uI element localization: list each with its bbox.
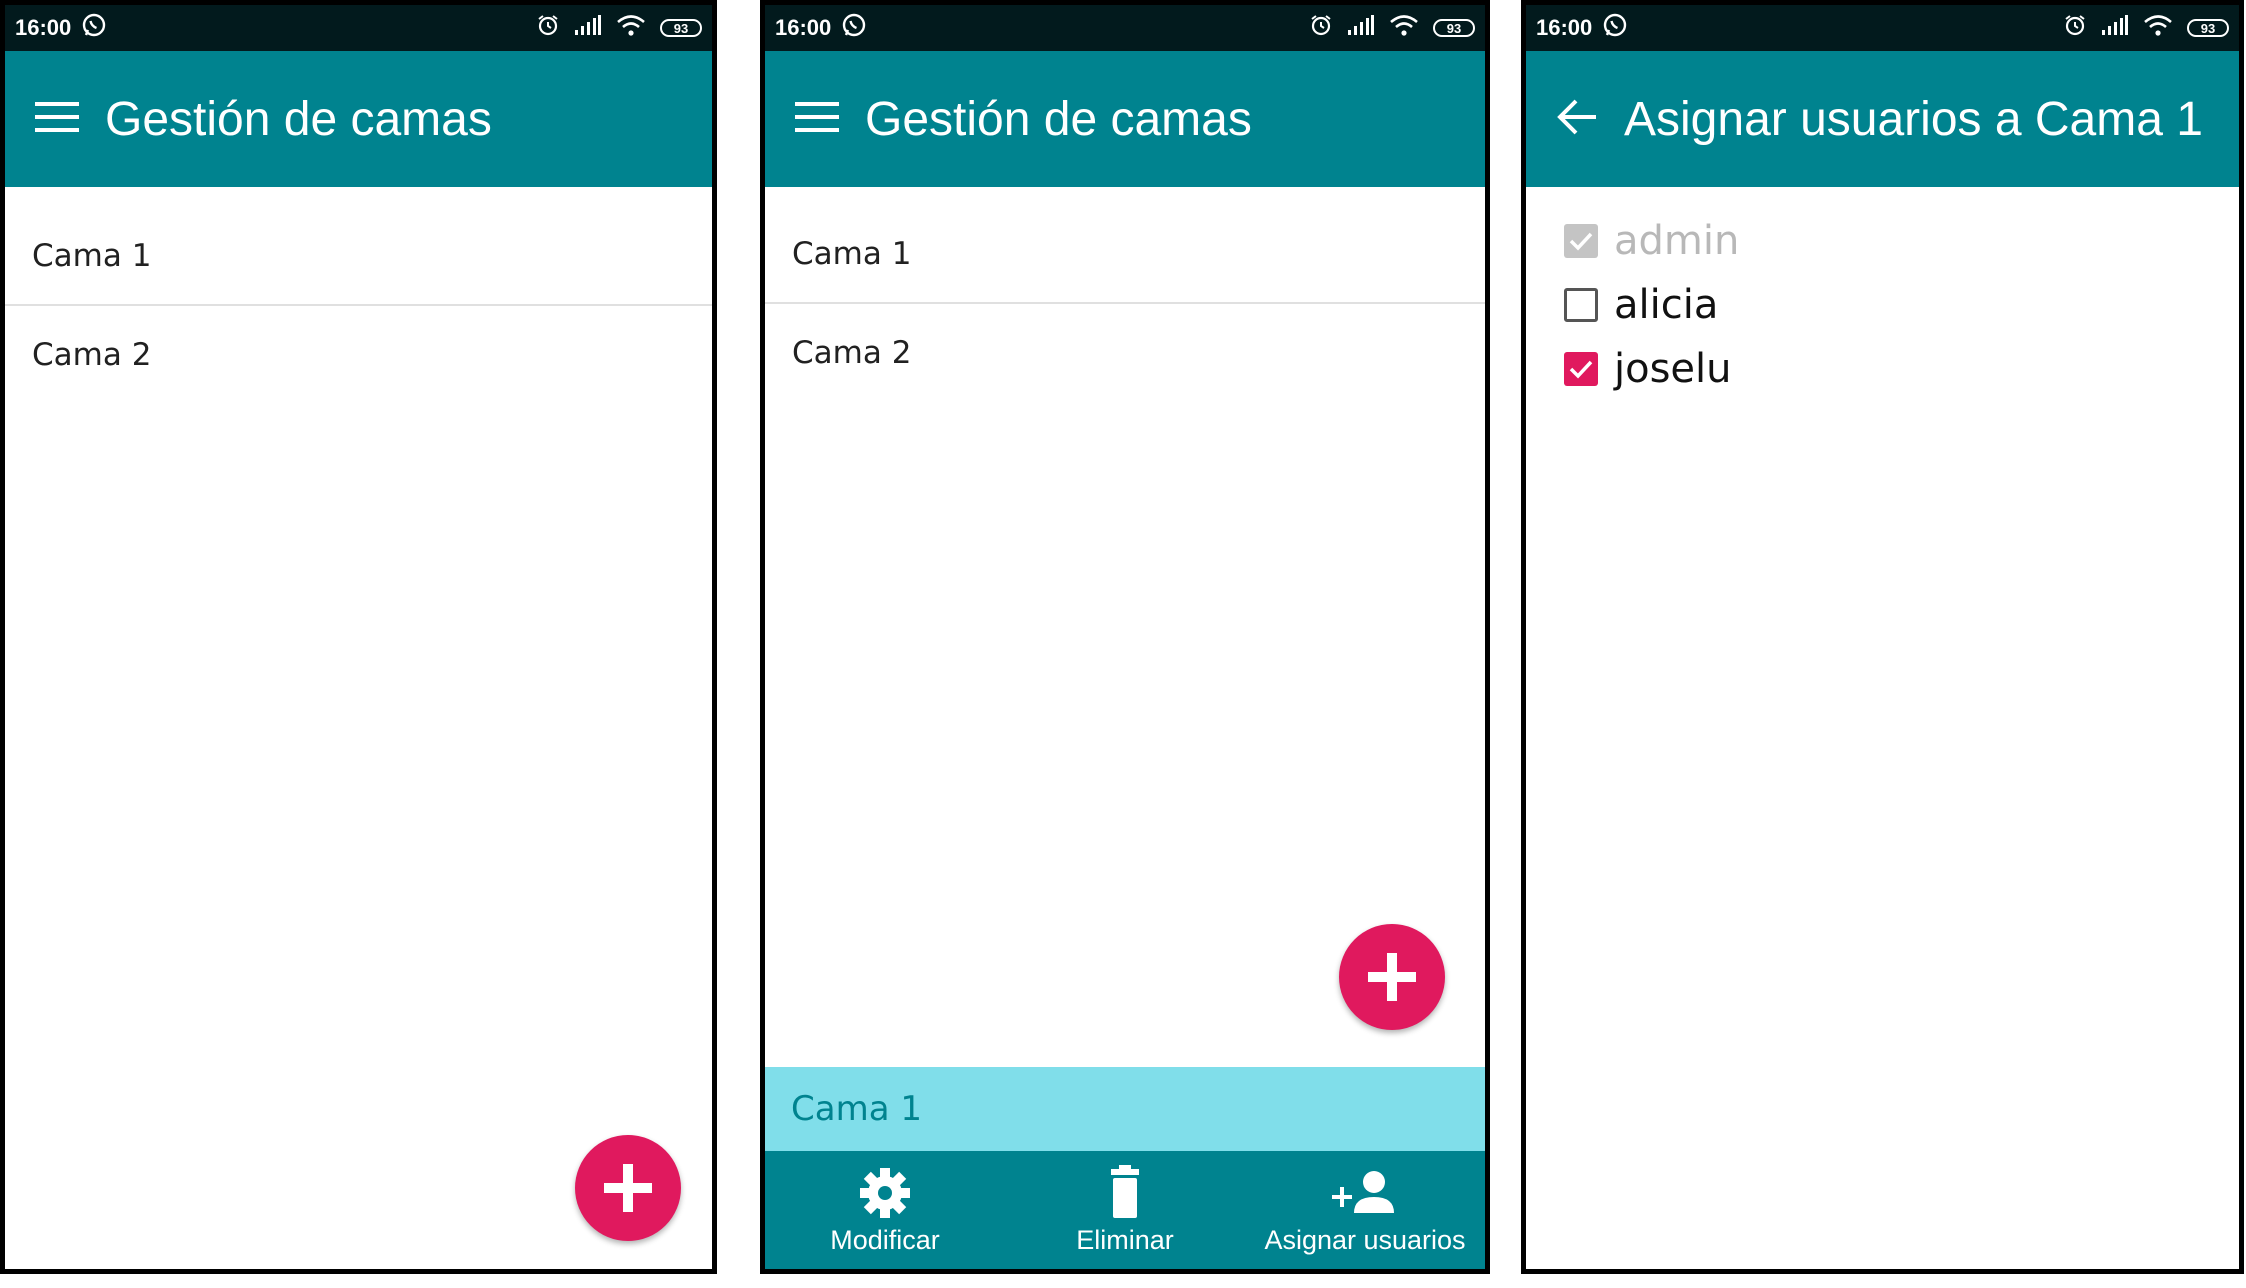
list-item-label: Cama 2 [792, 335, 912, 371]
app-toolbar: Gestión de camas [5, 51, 712, 187]
battery-icon: 93 [1433, 19, 1475, 37]
selected-item-bar: Cama 1 [765, 1067, 1485, 1151]
trash-icon [1111, 1164, 1139, 1218]
add-user-icon [1332, 1170, 1394, 1213]
checkbox-checked-disabled [1564, 224, 1598, 258]
user-checkbox-admin: admin [1564, 213, 1739, 269]
menu-icon[interactable] [795, 100, 839, 138]
list-item[interactable]: Cama 1 [765, 205, 1485, 303]
wifi-icon [616, 14, 646, 42]
assign-users-button[interactable]: Asignar usuarios [1246, 1165, 1484, 1256]
delete-label: Eliminar [1076, 1224, 1174, 1255]
modify-button[interactable]: Modificar [766, 1165, 1004, 1256]
modify-label: Modificar [830, 1224, 940, 1255]
bottom-action-bar: Modificar Eliminar Asignar usuarios [765, 1151, 1485, 1269]
user-name: alicia [1614, 282, 1719, 328]
back-arrow-icon[interactable] [1556, 98, 1598, 140]
add-icon [604, 1164, 652, 1212]
battery-icon: 93 [660, 19, 702, 37]
list-item[interactable]: Cama 1 [5, 207, 712, 305]
alarm-icon [2063, 13, 2087, 43]
battery-icon: 93 [2187, 19, 2229, 37]
user-checkbox-alicia[interactable]: alicia [1564, 277, 1718, 333]
status-time: 16:00 [1536, 15, 1593, 40]
signal-icon [2101, 14, 2129, 42]
menu-icon[interactable] [35, 100, 79, 138]
app-toolbar: Asignar usuarios a Cama 1 [1526, 51, 2239, 187]
add-icon [1368, 953, 1416, 1001]
wifi-icon [2143, 14, 2173, 42]
gear-icon [860, 1167, 910, 1218]
status-bar: 16:00 93 [765, 5, 1485, 51]
delete-button[interactable]: Eliminar [1006, 1164, 1244, 1256]
checkbox-checked[interactable] [1564, 352, 1598, 386]
selected-item-label: Cama 1 [791, 1089, 922, 1129]
page-title: Gestión de camas [865, 92, 1252, 146]
list-item-label: Cama 2 [32, 337, 152, 373]
alarm-icon [1309, 13, 1333, 43]
page-title: Asignar usuarios a Cama 1 [1624, 92, 2203, 146]
status-time: 16:00 [775, 15, 832, 40]
whatsapp-icon [81, 12, 107, 44]
checkbox-unchecked[interactable] [1564, 288, 1598, 322]
signal-icon [574, 14, 602, 42]
screen-bed-list: 16:00 93 Gestión de camas Cama 1 Cama 2 [0, 0, 717, 1274]
user-checkbox-joselu[interactable]: joselu [1564, 341, 1732, 397]
signal-icon [1347, 14, 1375, 42]
assign-users-label: Asignar usuarios [1264, 1224, 1466, 1255]
status-bar: 16:00 93 [5, 5, 712, 51]
status-time: 16:00 [15, 15, 72, 40]
status-bar: 16:00 93 [1526, 5, 2239, 51]
add-bed-button[interactable] [575, 1135, 681, 1241]
user-name: admin [1614, 218, 1740, 264]
list-item-label: Cama 1 [792, 236, 912, 272]
list-item[interactable]: Cama 2 [765, 304, 1485, 402]
app-toolbar: Gestión de camas [765, 51, 1485, 187]
whatsapp-icon [1602, 12, 1628, 44]
screen-bed-list-selected: 16:00 93 Gestión de camas Cama 1 Cama 2 … [760, 0, 1490, 1274]
user-name: joselu [1614, 346, 1732, 392]
wifi-icon [1389, 14, 1419, 42]
whatsapp-icon [841, 12, 867, 44]
page-title: Gestión de camas [105, 92, 492, 146]
add-bed-button[interactable] [1339, 924, 1445, 1030]
list-item[interactable]: Cama 2 [5, 306, 712, 404]
screen-assign-users: 16:00 93 Asignar usuarios a Cama 1 admin… [1521, 0, 2244, 1274]
alarm-icon [536, 13, 560, 43]
list-item-label: Cama 1 [32, 238, 152, 274]
